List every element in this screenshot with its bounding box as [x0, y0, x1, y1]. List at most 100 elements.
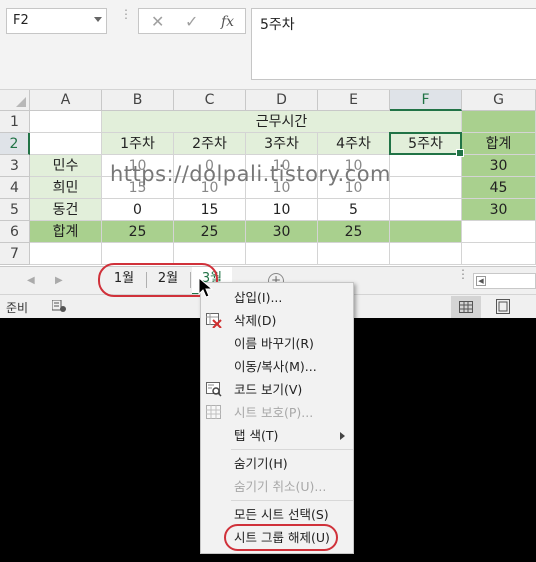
menu-separator — [231, 500, 353, 501]
status-ready: 준비 — [6, 301, 29, 315]
name-box[interactable]: F2 — [6, 8, 107, 34]
menu-separator — [231, 449, 353, 450]
page-layout-view-icon[interactable] — [496, 299, 510, 314]
column-header-f[interactable]: F — [390, 90, 462, 111]
grid-icon — [459, 301, 473, 313]
formula-input[interactable]: 5주차 — [251, 8, 536, 80]
cell-f6[interactable] — [390, 221, 462, 243]
insert-function-icon[interactable]: fx — [221, 14, 234, 30]
menu-item-protect-sheet-label: 시트 보호(P)... — [234, 405, 314, 420]
cell-a1[interactable] — [30, 111, 102, 133]
cell-f7[interactable] — [390, 243, 462, 265]
menu-item-select-all-sheets[interactable]: 모든 시트 선택(S) — [201, 503, 353, 526]
cell-e7[interactable] — [318, 243, 390, 265]
column-header-c[interactable]: C — [174, 90, 246, 111]
menu-item-move-copy-label: 이동/복사(M)... — [234, 359, 317, 374]
view-code-icon — [206, 382, 222, 397]
row-header-6[interactable]: 6 — [0, 221, 30, 243]
column-header-e[interactable]: E — [318, 90, 390, 111]
sheet-tab-context-menu: 삽입(I)... 삭제(D) 이름 바꾸기(R) 이동/복사(M)... 코드 … — [200, 282, 354, 554]
cell-g6[interactable] — [462, 221, 536, 243]
name-box-value: F2 — [13, 13, 29, 28]
row-header-1[interactable]: 1 — [0, 111, 30, 133]
cell-d2[interactable]: 3주차 — [246, 133, 318, 155]
cell-c2[interactable]: 2주차 — [174, 133, 246, 155]
cell-f5[interactable] — [390, 199, 462, 221]
cell-g1[interactable] — [462, 111, 536, 133]
cell-e6[interactable]: 25 — [318, 221, 390, 243]
fill-handle[interactable] — [456, 149, 464, 157]
cell-c5[interactable]: 15 — [174, 199, 246, 221]
column-header-a[interactable]: A — [30, 90, 102, 111]
tab-scroll-right-icon[interactable]: ▶ — [55, 275, 63, 286]
macro-record-icon[interactable] — [52, 300, 66, 312]
cell-a4[interactable]: 희민 — [30, 177, 102, 199]
cancel-icon[interactable]: ✕ — [151, 12, 164, 31]
row-header-2[interactable]: 2 — [0, 133, 30, 155]
menu-item-unhide-label: 숨기기 취소(U)... — [234, 479, 327, 494]
cell-b2[interactable]: 1주차 — [102, 133, 174, 155]
menu-item-tab-color-label: 탭 색(T) — [234, 428, 279, 443]
column-header-b[interactable]: B — [102, 90, 174, 111]
cell-f3[interactable] — [390, 155, 462, 177]
horizontal-scrollbar[interactable]: ◀ — [473, 273, 536, 289]
row-header-5[interactable]: 5 — [0, 199, 30, 221]
menu-item-select-all-sheets-label: 모든 시트 선택(S) — [234, 507, 329, 522]
delete-sheet-icon — [206, 313, 222, 328]
menu-item-view-code[interactable]: 코드 보기(V) — [201, 378, 353, 401]
cell-b7[interactable] — [102, 243, 174, 265]
menu-item-delete-label: 삭제(D) — [234, 313, 277, 328]
cell-e2[interactable]: 4주차 — [318, 133, 390, 155]
enter-icon[interactable]: ✓ — [185, 12, 198, 31]
menu-item-protect-sheet: 시트 보호(P)... — [201, 401, 353, 424]
menu-item-tab-color[interactable]: 탭 색(T) — [201, 424, 353, 447]
split-handle-icon[interactable]: ⋮ — [457, 268, 469, 280]
row-header-7[interactable]: 7 — [0, 243, 30, 265]
annotation-oval-ungroup — [224, 524, 338, 551]
cell-d6[interactable]: 30 — [246, 221, 318, 243]
column-header-g[interactable]: G — [462, 90, 536, 111]
cell-f4[interactable] — [390, 177, 462, 199]
row-header-4[interactable]: 4 — [0, 177, 30, 199]
cell-g7[interactable] — [462, 243, 536, 265]
formula-buttons: ✕ ✓ fx — [138, 8, 246, 34]
row-header-3[interactable]: 3 — [0, 155, 30, 177]
menu-item-hide-label: 숨기기(H) — [234, 456, 288, 471]
tab-scroll-left-icon[interactable]: ◀ — [27, 275, 35, 286]
normal-view-button[interactable] — [451, 296, 481, 318]
protect-sheet-icon — [206, 405, 221, 419]
cell-a5[interactable]: 동건 — [30, 199, 102, 221]
cell-g3[interactable]: 30 — [462, 155, 536, 177]
menu-item-hide[interactable]: 숨기기(H) — [201, 452, 353, 475]
cell-g5[interactable]: 30 — [462, 199, 536, 221]
cell-a2[interactable] — [30, 133, 102, 155]
cell-b6[interactable]: 25 — [102, 221, 174, 243]
menu-item-insert[interactable]: 삽입(I)... — [201, 286, 353, 309]
cell-a6[interactable]: 합계 — [30, 221, 102, 243]
cell-g4[interactable]: 45 — [462, 177, 536, 199]
chevron-down-icon[interactable] — [94, 17, 102, 22]
cell-c7[interactable] — [174, 243, 246, 265]
excel-window: F2 ⋮ ✕ ✓ fx 5주차 A B C D E F G 1 2 3 4 5 … — [0, 0, 536, 318]
cell-b5[interactable]: 0 — [102, 199, 174, 221]
drag-handle-icon[interactable]: ⋮ — [120, 8, 132, 31]
cell-g2[interactable]: 합계 — [462, 133, 536, 155]
menu-item-move-copy[interactable]: 이동/복사(M)... — [201, 355, 353, 378]
cell-d7[interactable] — [246, 243, 318, 265]
column-header-d[interactable]: D — [246, 90, 318, 111]
menu-item-rename[interactable]: 이름 바꾸기(R) — [201, 332, 353, 355]
menu-item-rename-label: 이름 바꾸기(R) — [234, 336, 314, 351]
cell-d5[interactable]: 10 — [246, 199, 318, 221]
cell-c6[interactable]: 25 — [174, 221, 246, 243]
cell-a7[interactable] — [30, 243, 102, 265]
cell-a3[interactable]: 민수 — [30, 155, 102, 177]
menu-item-delete[interactable]: 삭제(D) — [201, 309, 353, 332]
scroll-left-icon[interactable]: ◀ — [476, 276, 486, 286]
select-all-corner[interactable] — [0, 90, 30, 111]
menu-item-insert-label: 삽입(I)... — [234, 290, 283, 305]
menu-item-unhide: 숨기기 취소(U)... — [201, 475, 353, 498]
cell-b1-title[interactable]: 근무시간 — [102, 111, 462, 133]
cell-e5[interactable]: 5 — [318, 199, 390, 221]
active-cell-border — [389, 132, 464, 157]
formula-bar: F2 ⋮ ✕ ✓ fx 5주차 — [0, 0, 536, 90]
